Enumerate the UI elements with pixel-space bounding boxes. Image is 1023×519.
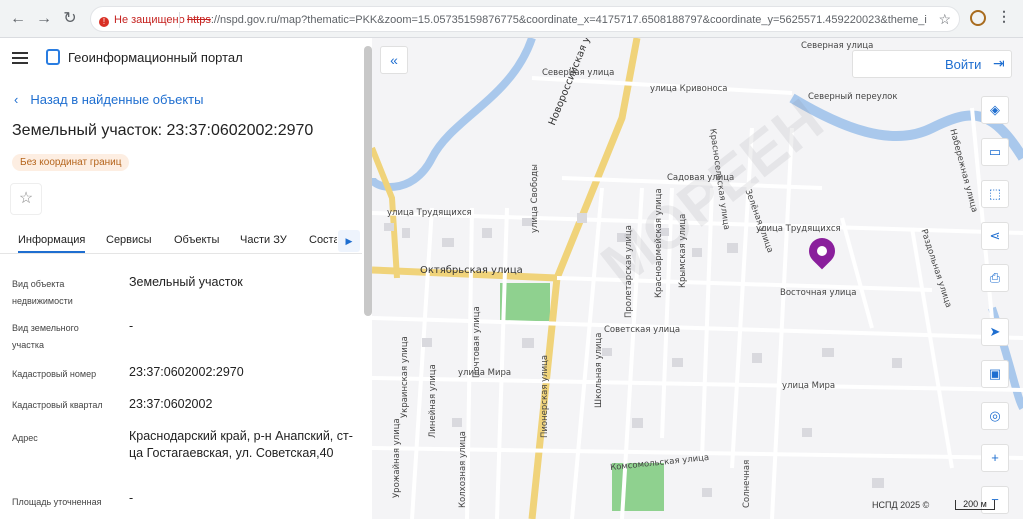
scale-bar: 200 м xyxy=(955,500,995,510)
kebab-menu-icon[interactable]: ⋮ xyxy=(997,8,1011,25)
map-canvas xyxy=(372,38,1023,519)
street-label: Школьная улица xyxy=(594,332,604,408)
street-label: Колхозная улица xyxy=(458,431,468,508)
field-label: Вид земельного участка xyxy=(12,323,79,350)
back-to-results-link[interactable]: ‹ Назад в найденные объекты xyxy=(14,92,203,107)
street-label: Линейная улица xyxy=(428,364,438,438)
forward-arrow-icon[interactable]: → xyxy=(34,9,54,29)
field-label: Вид объекта недвижимости xyxy=(12,279,73,306)
field-label: Кадастровый номер xyxy=(12,369,97,379)
field-value: Краснодарский край, р-н Анапский, ст-ца … xyxy=(129,429,353,460)
field-label: Кадастровый квартал xyxy=(12,400,103,410)
geo-search-icon[interactable]: ◎ xyxy=(981,402,1009,430)
login-label: Войти xyxy=(945,57,982,72)
street-label: улица Мира xyxy=(782,381,836,391)
street-label: улица Трудящихся xyxy=(756,224,841,234)
url-text[interactable]: https://nspd.gov.ru/map?thematic=PKK&zoo… xyxy=(187,12,927,28)
portal-logo-icon xyxy=(46,49,60,65)
url-path: ://nspd.gov.ru/map?thematic=PKK&zoom=15.… xyxy=(210,14,927,26)
reload-icon[interactable]: ↻ xyxy=(60,9,80,29)
street-label: Украинская улица xyxy=(400,336,410,418)
street-label: Пролетарская улица xyxy=(624,224,634,318)
locate-icon[interactable]: ➤ xyxy=(981,318,1009,346)
print-icon[interactable]: ⎙ xyxy=(981,264,1009,292)
tab-objects[interactable]: Объекты xyxy=(174,234,219,246)
field-value: 23:37:0602002:2970 xyxy=(129,365,244,379)
street-grid xyxy=(372,76,1023,519)
street-label: Восточная улица xyxy=(780,288,857,298)
field-value: - xyxy=(129,319,134,333)
browser-toolbar: ← → ↻ ! Не защищено https://nspd.gov.ru/m… xyxy=(0,0,1023,38)
address-bar[interactable]: ! Не защищено https://nspd.gov.ru/map?the… xyxy=(90,6,960,32)
layers-icon[interactable]: ◈ xyxy=(981,96,1009,124)
login-button[interactable]: Войти ⇥ xyxy=(852,50,1012,78)
favorite-star-icon[interactable]: ☆ xyxy=(10,183,42,215)
street-label: Северный переулок xyxy=(808,92,898,102)
street-label: Крымская улица xyxy=(678,213,688,288)
share-icon[interactable]: ⋖ xyxy=(981,222,1009,250)
portal-title: Геоинформационный портал xyxy=(68,50,243,65)
street-label: Красноармейская улица xyxy=(654,188,664,298)
tab-parts[interactable]: Части ЗУ xyxy=(240,234,287,246)
street-label: Пионерская улица xyxy=(540,354,550,438)
tabs-scroll-right-button[interactable]: ▶ xyxy=(338,230,360,252)
street-label: улица Мира xyxy=(458,368,512,378)
field-value: - xyxy=(129,491,134,505)
divider xyxy=(179,12,180,28)
collapse-panel-button[interactable]: « xyxy=(380,46,408,74)
street-label: Советская улица xyxy=(604,325,681,335)
park-area xyxy=(500,283,550,321)
street-label: Солнечная xyxy=(742,459,752,508)
street-label: Почтовая улица xyxy=(472,306,482,378)
url-scheme: https xyxy=(187,14,211,26)
login-arrow-icon: ⇥ xyxy=(993,55,1005,71)
street-label: улица Кривоноса xyxy=(650,84,728,94)
field-label: Площадь уточненная xyxy=(12,497,102,507)
panel-scrollbar[interactable] xyxy=(364,46,372,316)
profile-avatar[interactable] xyxy=(970,10,986,26)
bookmark-star-icon[interactable]: ☆ xyxy=(938,11,951,28)
field-value: 23:37:0602002 xyxy=(129,397,213,411)
street-label: Урожайная улица xyxy=(392,418,402,498)
ruler-icon[interactable]: ▭ xyxy=(981,138,1009,166)
attribution: НСПД 2025 © xyxy=(872,500,930,510)
tab-services[interactable]: Сервисы xyxy=(106,234,152,246)
street-label: Октябрьская улица xyxy=(420,265,523,276)
map-view[interactable]: Северная улица Северная улица улица Крив… xyxy=(372,38,1023,519)
zoom-in-button[interactable]: + xyxy=(981,444,1009,472)
field-label: Адрес xyxy=(12,433,38,443)
object-title: Земельный участок: 23:37:0602002:2970 xyxy=(12,122,314,139)
tab-information[interactable]: Информация xyxy=(18,234,86,253)
chevron-left-icon: ‹ xyxy=(14,92,19,107)
back-link-label: Назад в найденные объекты xyxy=(30,92,204,107)
object-info-panel: Геоинформационный портал ‹ Назад в найден… xyxy=(0,38,372,519)
tab-composition[interactable]: Соста xyxy=(309,234,337,246)
select-area-icon[interactable]: ⬚ xyxy=(981,180,1009,208)
security-label: Не защищено xyxy=(114,14,185,26)
field-value: Земельный участок xyxy=(129,275,243,289)
back-arrow-icon[interactable]: ← xyxy=(8,9,28,29)
status-badge: Без координат границ xyxy=(12,154,130,171)
street-label: улица Трудящихся xyxy=(387,208,472,218)
warning-icon: ! xyxy=(99,17,109,27)
street-label: улица Свободы xyxy=(530,164,540,233)
hamburger-menu-icon[interactable] xyxy=(12,52,28,64)
tab-bar: Информация Сервисы Объекты Части ЗУ Сост… xyxy=(0,230,362,254)
security-indicator[interactable]: ! Не защищено xyxy=(99,12,185,28)
minimap-icon[interactable]: ▣ xyxy=(981,360,1009,388)
